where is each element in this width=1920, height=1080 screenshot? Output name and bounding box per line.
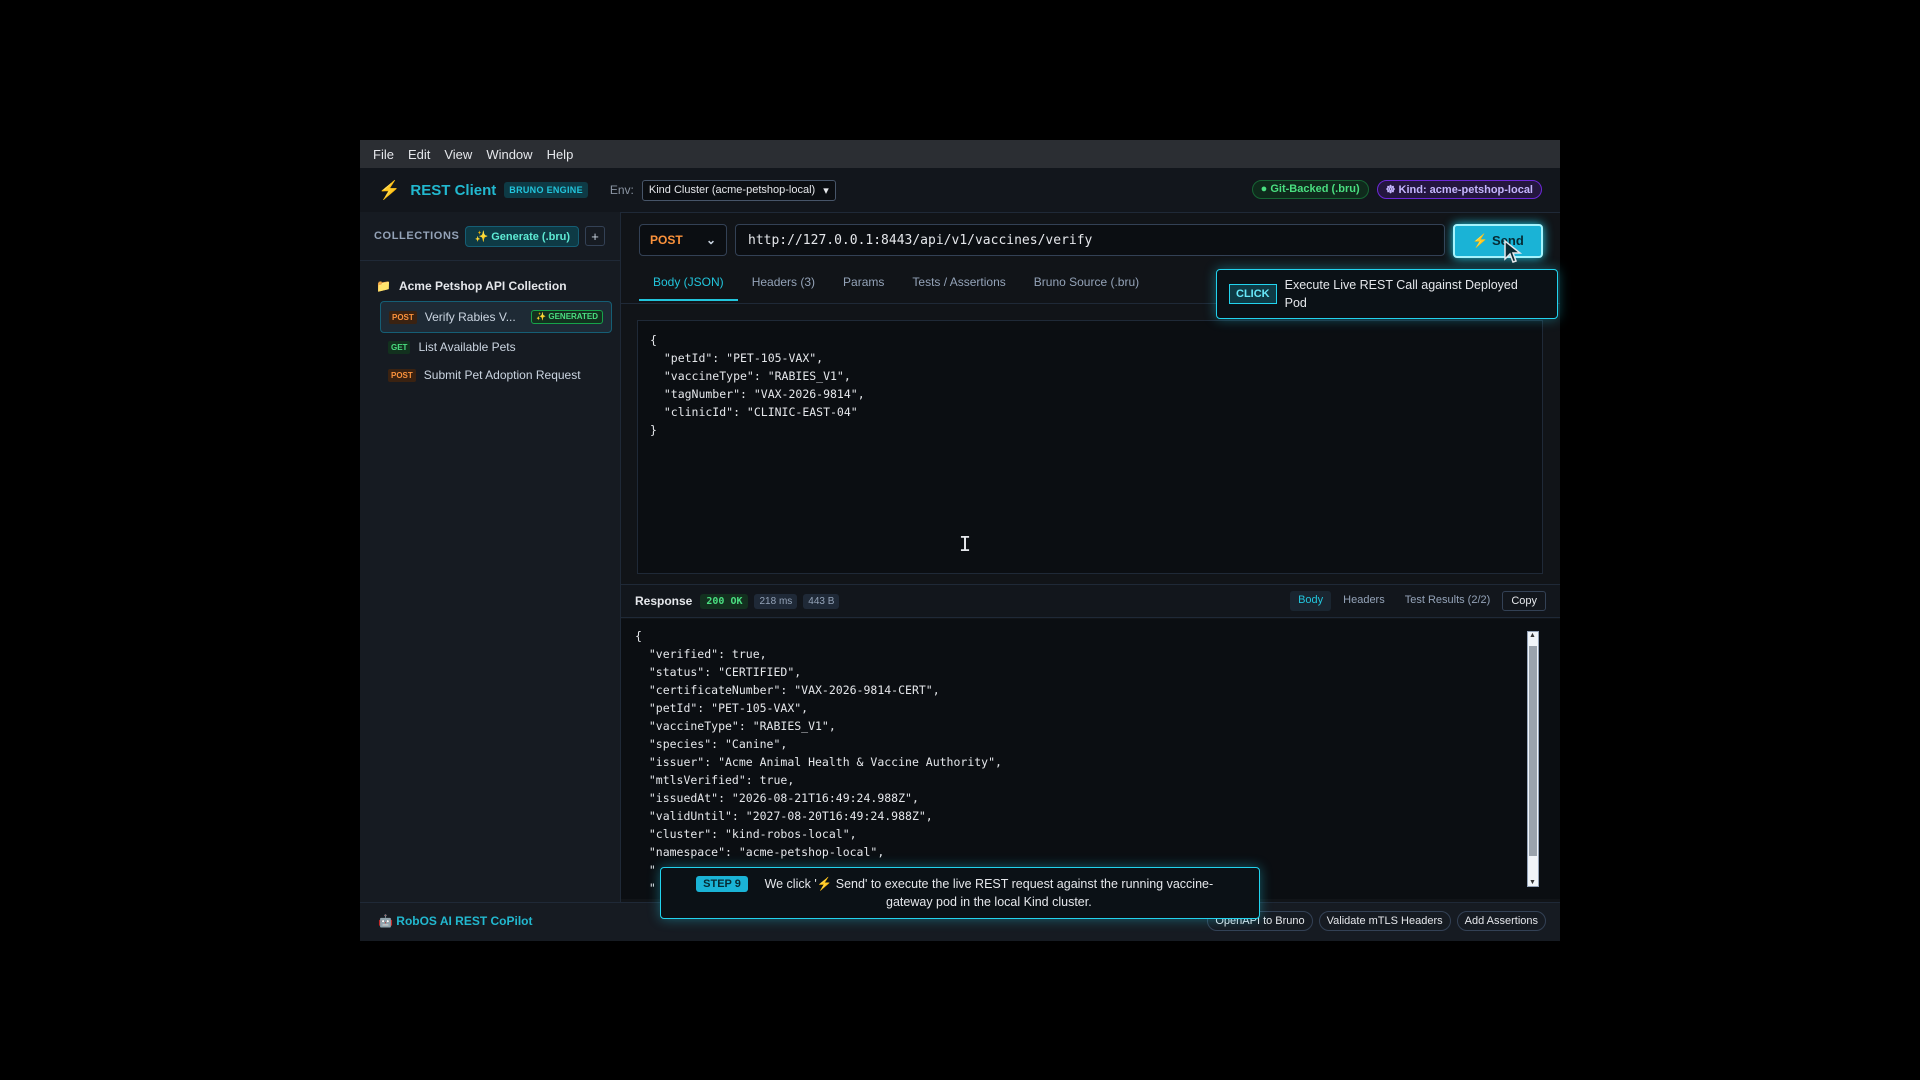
collections-label: COLLECTIONS bbox=[374, 230, 460, 242]
env-label: Env: bbox=[609, 183, 634, 197]
request-name: List Available Pets bbox=[418, 340, 516, 354]
copilot-label[interactable]: 🤖 RobOS AI REST CoPilot bbox=[378, 914, 533, 928]
request-item-list-pets[interactable]: GET List Available Pets bbox=[380, 333, 612, 361]
menu-file[interactable]: File bbox=[366, 147, 401, 162]
url-bar: POST ⌄ http://127.0.0.1:8443/api/v1/vacc… bbox=[639, 224, 1445, 256]
app-window: File Edit View Window Help ⚡ REST Client… bbox=[360, 140, 1560, 941]
folder-name: Acme Petshop API Collection bbox=[398, 279, 567, 293]
step-tooltip: STEP 9 We click '⚡ Send' to execute the … bbox=[660, 867, 1260, 919]
generate-button[interactable]: ✨ Generate (.bru) bbox=[465, 225, 580, 247]
step-tooltip-text: We click '⚡ Send' to execute the live RE… bbox=[764, 877, 1214, 909]
bolt-icon: ⚡ bbox=[378, 179, 401, 200]
request-item-verify-rabies[interactable]: POST Verify Rabies V... ✨ GENERATED bbox=[380, 301, 612, 333]
tab-bruno-source[interactable]: Bruno Source (.bru) bbox=[1020, 275, 1153, 301]
request-item-submit-adoption[interactable]: POST Submit Pet Adoption Request bbox=[380, 361, 612, 389]
response-bar: Response 200 OK 218 ms 443 B Body Header… bbox=[621, 584, 1560, 618]
app-header: ⚡ REST Client BRUNO ENGINE Env: Kind Clu… bbox=[360, 168, 1560, 213]
request-tabs: Body (JSON) Headers (3) Params Tests / A… bbox=[639, 275, 1153, 301]
scroll-up-icon[interactable]: ▲ bbox=[1529, 632, 1536, 639]
menu-help[interactable]: Help bbox=[540, 147, 581, 162]
validate-mtls-button[interactable]: Validate mTLS Headers bbox=[1318, 911, 1451, 931]
menu-edit[interactable]: Edit bbox=[401, 147, 437, 162]
url-input[interactable]: http://127.0.0.1:8443/api/v1/vaccines/ve… bbox=[735, 224, 1445, 256]
request-body-editor[interactable]: { "petId": "PET-105-VAX", "vaccineType":… bbox=[637, 320, 1543, 574]
scrollbar-thumb[interactable] bbox=[1529, 646, 1537, 856]
menu-bar: File Edit View Window Help bbox=[360, 140, 1560, 168]
response-size: 443 B bbox=[803, 593, 840, 609]
request-name: Submit Pet Adoption Request bbox=[423, 368, 581, 382]
menu-view[interactable]: View bbox=[437, 147, 479, 162]
response-body: { "verified": true, "status": "CERTIFIED… bbox=[621, 619, 1560, 899]
tab-response-body[interactable]: Body bbox=[1290, 591, 1332, 611]
sidebar: COLLECTIONS ✨ Generate (.bru) + 📁 Acme P… bbox=[360, 212, 621, 940]
method-badge: POST bbox=[389, 310, 417, 324]
env-select[interactable]: Kind Cluster (acme-petshop-local) ▾ bbox=[641, 179, 836, 201]
tab-params[interactable]: Params bbox=[829, 275, 898, 301]
engine-badge: BRUNO ENGINE bbox=[504, 182, 588, 198]
click-badge: CLICK bbox=[1229, 284, 1277, 304]
tab-test-results[interactable]: Test Results (2/2) bbox=[1397, 591, 1499, 611]
add-collection-button[interactable]: + bbox=[585, 226, 606, 246]
response-time: 218 ms bbox=[754, 593, 798, 609]
send-button[interactable]: ⚡ Send bbox=[1453, 224, 1543, 258]
copy-button[interactable]: Copy bbox=[1502, 591, 1546, 611]
collections-header: COLLECTIONS ✨ Generate (.bru) + bbox=[360, 212, 620, 261]
click-tooltip-text: Execute Live REST Call against Deployed … bbox=[1284, 278, 1518, 310]
method-badge: GET bbox=[388, 340, 411, 354]
method-value: POST bbox=[650, 233, 683, 247]
chevron-down-icon: ▾ bbox=[823, 184, 829, 197]
tab-body-json[interactable]: Body (JSON) bbox=[639, 275, 738, 301]
chevron-down-icon: ⌄ bbox=[705, 233, 716, 247]
generated-tag: ✨ GENERATED bbox=[531, 310, 603, 324]
click-tooltip: CLICK Execute Live REST Call against Dep… bbox=[1216, 269, 1558, 319]
response-json: { "verified": true, "status": "CERTIFIED… bbox=[635, 629, 1002, 895]
request-name: Verify Rabies V... bbox=[424, 310, 516, 324]
add-assertions-button[interactable]: Add Assertions bbox=[1456, 911, 1546, 931]
status-badge: 200 OK bbox=[700, 593, 749, 609]
kind-cluster-badge: ☸ Kind: acme-petshop-local bbox=[1376, 180, 1542, 199]
response-tabs: Body Headers Test Results (2/2) Copy bbox=[1290, 591, 1546, 611]
tab-headers[interactable]: Headers (3) bbox=[738, 275, 829, 301]
method-badge: POST bbox=[388, 368, 416, 382]
tab-tests-assertions[interactable]: Tests / Assertions bbox=[898, 275, 1019, 301]
scroll-down-icon[interactable]: ▼ bbox=[1529, 879, 1536, 886]
response-scrollbar[interactable]: ▲ ▼ bbox=[1527, 631, 1539, 887]
step-badge: STEP 9 bbox=[696, 876, 748, 892]
env-value: Kind Cluster (acme-petshop-local) bbox=[648, 184, 816, 196]
mouse-pointer-icon bbox=[1504, 239, 1523, 263]
text-cursor-icon: I bbox=[959, 532, 972, 556]
response-label: Response bbox=[635, 594, 693, 608]
menu-window[interactable]: Window bbox=[479, 147, 539, 162]
git-backed-badge: ● Git-Backed (.bru) bbox=[1251, 180, 1369, 199]
main-panel: POST ⌄ http://127.0.0.1:8443/api/v1/vacc… bbox=[621, 212, 1560, 940]
method-select[interactable]: POST ⌄ bbox=[639, 224, 727, 256]
app-title: REST Client bbox=[410, 181, 497, 199]
collection-folder[interactable]: 📁 Acme Petshop API Collection bbox=[376, 279, 620, 293]
tab-response-headers[interactable]: Headers bbox=[1335, 591, 1393, 611]
folder-icon: 📁 bbox=[376, 279, 391, 293]
